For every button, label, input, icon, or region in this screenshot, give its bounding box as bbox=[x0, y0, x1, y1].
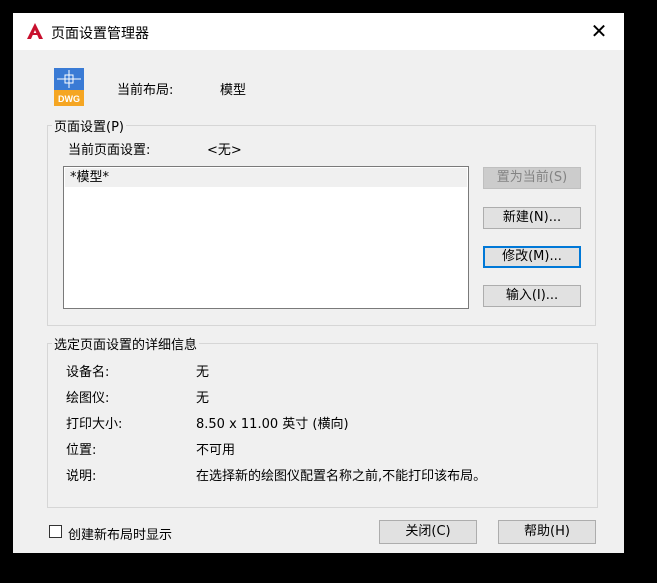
page-setup-manager-dialog: 页面设置管理器 ✕ DWG 当前布局: 模型 页面设置(P) 当前页面设置: <… bbox=[13, 13, 624, 553]
device-name-value: 无 bbox=[196, 365, 210, 380]
description-label: 说明: bbox=[66, 469, 97, 484]
new-button[interactable]: 新建(N)... bbox=[483, 207, 581, 229]
close-window-icon[interactable]: ✕ bbox=[587, 20, 611, 44]
autocad-logo-icon bbox=[27, 23, 43, 39]
dwg-file-icon: DWG bbox=[54, 68, 84, 106]
dwg-icon-text: DWG bbox=[58, 94, 80, 104]
plot-size-value: 8.50 x 11.00 英寸 (横向) bbox=[196, 417, 349, 432]
current-page-setup-value: <无> bbox=[207, 143, 242, 158]
window-title: 页面设置管理器 bbox=[51, 26, 149, 42]
plot-size-label: 打印大小: bbox=[66, 417, 123, 432]
page-setups-group-label: 页面设置(P) bbox=[54, 120, 124, 135]
help-button[interactable]: 帮助(H) bbox=[498, 520, 596, 544]
title-bar: 页面设置管理器 ✕ bbox=[13, 13, 624, 50]
show-on-new-layout-checkbox[interactable] bbox=[49, 525, 62, 538]
plotter-value: 无 bbox=[196, 391, 210, 406]
show-on-new-layout-label: 创建新布局时显示 bbox=[68, 528, 173, 543]
current-page-setup-label: 当前页面设置: bbox=[68, 143, 151, 158]
current-layout-value: 模型 bbox=[220, 83, 247, 98]
page-setups-list[interactable]: *模型* bbox=[63, 166, 469, 309]
set-current-button[interactable]: 置为当前(S) bbox=[483, 167, 581, 189]
current-layout-label: 当前布局: bbox=[117, 83, 174, 98]
device-name-label: 设备名: bbox=[66, 365, 110, 380]
list-item[interactable]: *模型* bbox=[65, 168, 467, 187]
import-button[interactable]: 输入(I)... bbox=[483, 285, 581, 307]
modify-button[interactable]: 修改(M)... bbox=[483, 246, 581, 268]
plotter-label: 绘图仪: bbox=[66, 391, 110, 406]
description-value: 在选择新的绘图仪配置名称之前,不能打印该布局。 bbox=[196, 469, 487, 484]
location-label: 位置: bbox=[66, 443, 97, 458]
close-button[interactable]: 关闭(C) bbox=[379, 520, 477, 544]
details-group-label: 选定页面设置的详细信息 bbox=[54, 338, 198, 353]
location-value: 不可用 bbox=[196, 443, 236, 458]
